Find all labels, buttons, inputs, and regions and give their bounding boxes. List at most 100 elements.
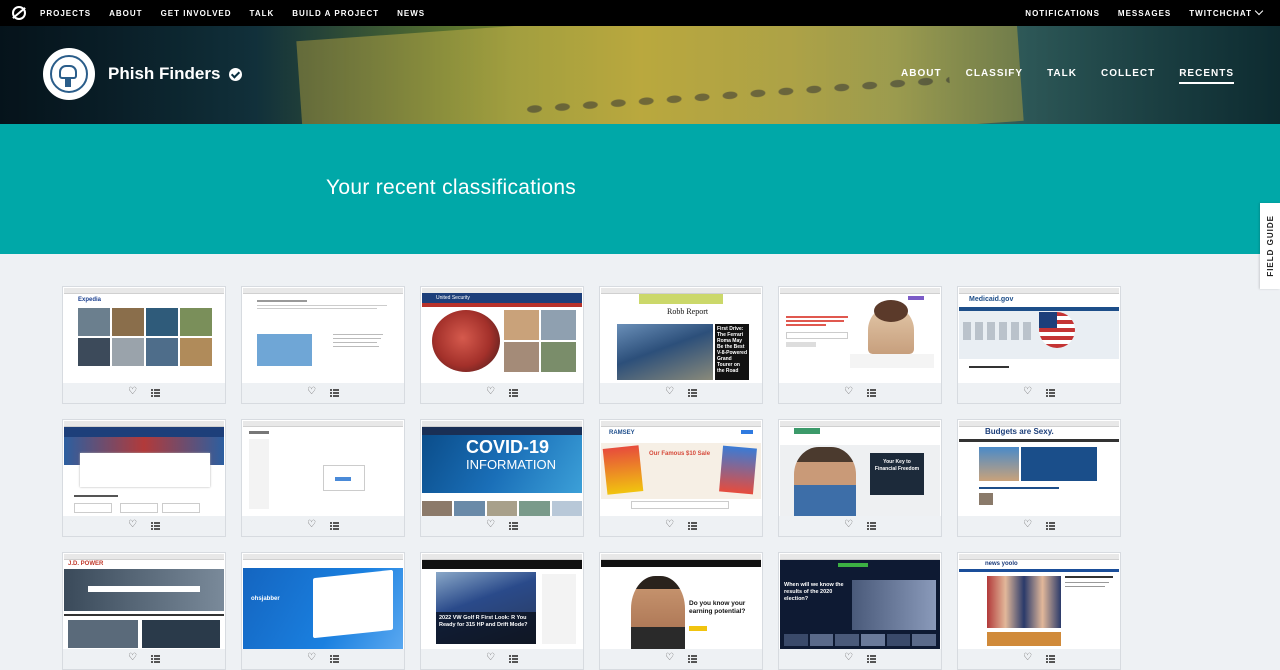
collections-list-icon[interactable] (867, 389, 876, 397)
collections-list-icon[interactable] (1046, 655, 1055, 663)
thumb-input (88, 586, 200, 592)
subject-thumbnail[interactable] (64, 421, 224, 516)
thumb-photo (112, 308, 144, 336)
subject-thumbnail[interactable]: J.D. POWER (64, 554, 224, 649)
subject-thumbnail[interactable] (780, 288, 940, 383)
project-nav-collect[interactable]: COLLECT (1101, 68, 1155, 84)
collections-list-icon[interactable] (867, 522, 876, 530)
collections-list-icon[interactable] (151, 389, 160, 397)
subject-thumbnail[interactable]: ohsjabber (243, 554, 403, 649)
project-nav-recents[interactable]: RECENTS (1179, 68, 1234, 84)
heart-icon[interactable] (486, 652, 495, 664)
thumb-logo (838, 563, 868, 567)
thumb-title: Budgets are Sexy. (985, 427, 1054, 436)
collections-list-icon[interactable] (509, 655, 518, 663)
heart-icon[interactable] (1023, 386, 1032, 398)
nav-link-news[interactable]: NEWS (397, 9, 425, 18)
subject-thumbnail[interactable]: Expedia (64, 288, 224, 383)
collections-list-icon[interactable] (688, 522, 697, 530)
classification-card: ohsjabber (241, 552, 405, 670)
nav-link-get-involved[interactable]: GET INVOLVED (161, 9, 232, 18)
collections-list-icon[interactable] (151, 655, 160, 663)
heart-icon[interactable] (665, 519, 674, 531)
zooniverse-logo-icon[interactable] (12, 6, 26, 20)
thumb-photo (504, 342, 539, 372)
subject-thumbnail[interactable]: Robb Report First Drive: The Ferrari Rom… (601, 288, 761, 383)
account-username: TWITCHCHAT (1189, 8, 1252, 18)
page-title: Your recent classifications (326, 176, 577, 199)
heart-icon[interactable] (486, 519, 495, 531)
collections-list-icon[interactable] (1046, 522, 1055, 530)
project-avatar[interactable] (43, 48, 95, 100)
heart-icon[interactable] (307, 519, 316, 531)
notifications-link[interactable]: NOTIFICATIONS (1025, 9, 1100, 18)
messages-link[interactable]: MESSAGES (1118, 9, 1171, 18)
card-actions (600, 649, 762, 669)
thumb-screenshot (313, 569, 393, 639)
nav-link-about[interactable]: ABOUT (109, 9, 142, 18)
project-nav-classify[interactable]: CLASSIFY (966, 68, 1023, 84)
collections-list-icon[interactable] (330, 655, 339, 663)
heart-icon[interactable] (1023, 652, 1032, 664)
thumb-photo (860, 634, 885, 646)
thumb-logo: Medicaid.gov (969, 296, 1014, 303)
collections-list-icon[interactable] (151, 522, 160, 530)
subject-thumbnail[interactable]: United Security (422, 288, 582, 383)
heart-icon[interactable] (128, 652, 137, 664)
heart-icon[interactable] (128, 519, 137, 531)
project-nav-talk[interactable]: TALK (1047, 68, 1077, 84)
heart-icon[interactable] (665, 652, 674, 664)
heart-icon[interactable] (1023, 519, 1032, 531)
classification-card: Robb Report First Drive: The Ferrari Rom… (599, 286, 763, 404)
thumb-logo: ohsjabber (251, 596, 280, 602)
subject-thumbnail[interactable]: RAMSEY Our Famous $10 Sale (601, 421, 761, 516)
heart-icon[interactable] (844, 652, 853, 664)
phish-hook-icon (50, 55, 88, 93)
project-nav-about[interactable]: ABOUT (901, 68, 942, 84)
thumb-logo: Robb Report (667, 307, 709, 316)
subject-thumbnail[interactable]: news yoolo (959, 554, 1119, 649)
nav-link-build-a-project[interactable]: BUILD A PROJECT (292, 9, 379, 18)
chevron-down-icon (1254, 6, 1264, 15)
thumb-nav-bar (422, 560, 582, 569)
subject-thumbnail[interactable]: Your Key to Financial Freedom (780, 421, 940, 516)
collections-list-icon[interactable] (509, 389, 518, 397)
collections-list-icon[interactable] (330, 522, 339, 530)
thumb-image (257, 334, 312, 366)
heart-icon[interactable] (844, 386, 853, 398)
subject-thumbnail[interactable] (243, 288, 403, 383)
collections-list-icon[interactable] (688, 655, 697, 663)
card-actions (242, 649, 404, 669)
subject-thumbnail[interactable]: 2022 VW Golf R First Look: R You Ready f… (422, 554, 582, 649)
nav-link-projects[interactable]: PROJECTS (40, 9, 91, 18)
heart-icon[interactable] (486, 386, 495, 398)
nav-link-talk[interactable]: TALK (250, 9, 275, 18)
heart-icon[interactable] (844, 519, 853, 531)
thumb-panel (80, 453, 210, 487)
account-menu[interactable]: TWITCHCHAT (1189, 6, 1264, 18)
heart-icon[interactable] (128, 386, 137, 398)
thumb-photo-row (784, 634, 936, 646)
heart-icon[interactable] (307, 386, 316, 398)
subject-thumbnail[interactable]: Do you know your earning potential? (601, 554, 761, 649)
subject-thumbnail[interactable]: COVID-19 INFORMATION (422, 421, 582, 516)
thumb-books (602, 445, 644, 495)
collections-list-icon[interactable] (1046, 389, 1055, 397)
heart-icon[interactable] (665, 386, 674, 398)
thumb-photo (979, 493, 993, 505)
collections-list-icon[interactable] (688, 389, 697, 397)
collections-list-icon[interactable] (330, 389, 339, 397)
subject-thumbnail[interactable]: Medicaid.gov (959, 288, 1119, 383)
thumb-photo (486, 501, 518, 516)
browser-chrome (780, 421, 940, 427)
thumb-headline: Do you know your earning potential? (689, 600, 746, 615)
collections-list-icon[interactable] (867, 655, 876, 663)
heart-icon[interactable] (307, 652, 316, 664)
subject-thumbnail[interactable]: When will we know the results of the 202… (780, 554, 940, 649)
thumb-text-line (333, 334, 383, 335)
subject-thumbnail[interactable]: Budgets are Sexy. (959, 421, 1119, 516)
collections-list-icon[interactable] (509, 522, 518, 530)
project-title[interactable]: Phish Finders (108, 64, 243, 84)
subject-thumbnail[interactable] (243, 421, 403, 516)
field-guide-tab[interactable]: FIELD GUIDE (1260, 203, 1280, 289)
